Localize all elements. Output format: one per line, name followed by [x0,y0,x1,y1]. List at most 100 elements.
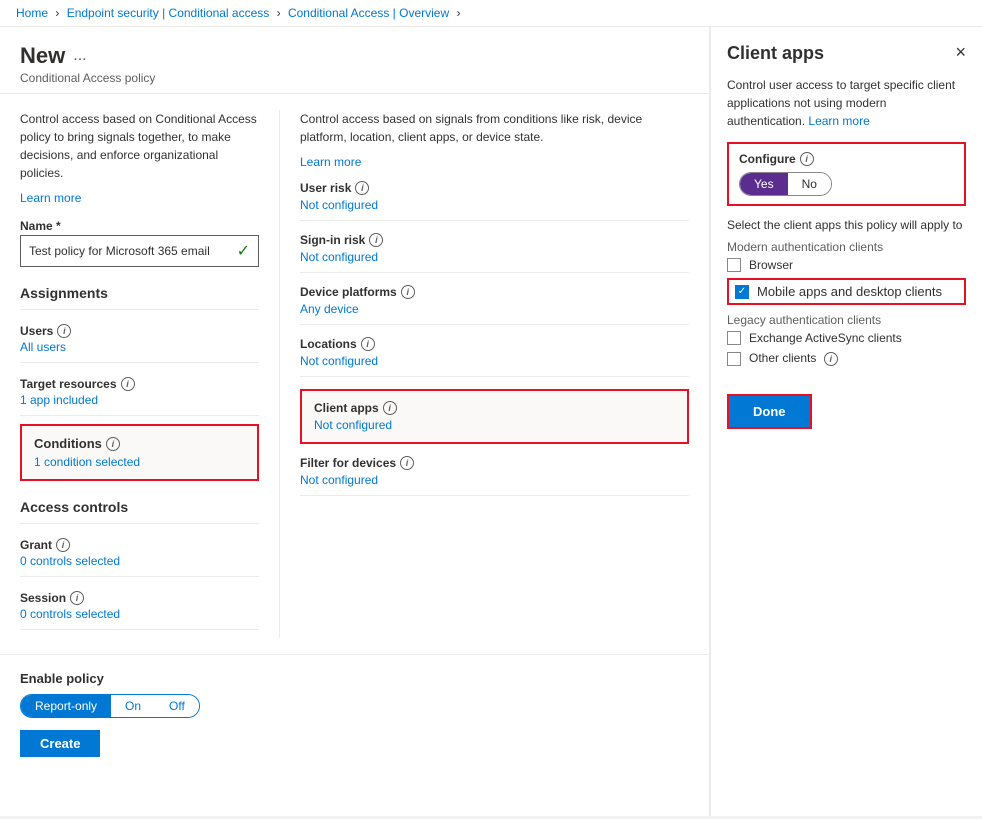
exchange-label: Exchange ActiveSync clients [749,331,902,345]
configure-section: Configure i Yes No [727,142,966,206]
page-ellipsis: ... [73,47,86,65]
breadcrumb-home[interactable]: Home [16,6,48,20]
conditions-value: 1 condition selected [34,455,245,469]
assignments-title: Assignments [20,285,259,301]
two-col-layout: Control access based on Conditional Acce… [0,94,709,654]
user-risk-label: User risk i [300,181,689,195]
filter-devices-info: i [400,456,414,470]
no-option[interactable]: No [788,173,831,195]
locations-info: i [361,337,375,351]
right-desc: Control access based on signals from con… [300,110,689,146]
panel-learn-more[interactable]: Learn more [808,114,869,128]
panel-header: Client apps × [727,43,966,64]
device-platforms-row: Device platforms i Any device [300,285,689,325]
close-button[interactable]: × [955,43,966,61]
report-only-option[interactable]: Report-only [21,695,111,717]
off-option[interactable]: Off [155,695,199,717]
panel-title: Client apps [727,43,824,64]
other-clients-info-icon: i [824,352,838,366]
right-column: Control access based on signals from con… [280,110,709,638]
client-apps-info: i [383,401,397,415]
other-clients-label: Other clients i [749,351,838,366]
target-resources-label: Target resources i [20,377,259,391]
filter-devices-value[interactable]: Not configured [300,473,378,487]
left-panel: New ... Conditional Access policy Contro… [0,27,710,816]
bottom-bar: Enable policy Report-only On Off Create [0,654,709,773]
breadcrumb-sep2: › [277,6,284,20]
left-desc: Control access based on Conditional Acce… [20,110,259,182]
yes-option[interactable]: Yes [740,173,788,195]
yes-no-toggle[interactable]: Yes No [739,172,832,196]
enable-policy-toggle[interactable]: Report-only On Off [20,694,200,718]
page-subtitle: Conditional Access policy [20,71,689,85]
exchange-row: Exchange ActiveSync clients [727,331,966,345]
left-column: Control access based on Conditional Acce… [0,110,280,638]
breadcrumb: Home › Endpoint security | Conditional a… [0,0,982,27]
users-info-icon: i [57,324,71,338]
locations-value[interactable]: Not configured [300,354,378,368]
on-option[interactable]: On [111,695,155,717]
filter-devices-row: Filter for devices i Not configured [300,456,689,496]
user-risk-value[interactable]: Not configured [300,198,378,212]
check-icon: ✓ [237,241,250,261]
mobile-apps-label: Mobile apps and desktop clients [757,284,942,299]
right-learn-more[interactable]: Learn more [300,155,361,169]
target-resources-info-icon: i [121,377,135,391]
sign-in-risk-label: Sign-in risk i [300,233,689,247]
exchange-checkbox[interactable] [727,331,741,345]
mobile-apps-checkbox[interactable] [735,285,749,299]
done-section: Done [727,394,812,429]
configure-label: Configure i [739,152,954,166]
panel-bottom: Done [727,386,966,429]
breadcrumb-endpoint[interactable]: Endpoint security | Conditional access [67,6,270,20]
browser-label: Browser [749,258,793,272]
mobile-apps-row: Mobile apps and desktop clients [727,278,966,305]
select-label: Select the client apps this policy will … [727,218,966,232]
legacy-auth-label: Legacy authentication clients [727,313,966,327]
session-value[interactable]: 0 controls selected [20,607,259,621]
client-apps-box[interactable]: Client apps i Not configured [300,389,689,444]
conditions-info-icon: i [106,437,120,451]
page-title: New [20,43,65,69]
client-apps-label: Client apps i [314,401,675,415]
sign-in-risk-info: i [369,233,383,247]
enable-policy-label: Enable policy [20,671,689,686]
left-learn-more[interactable]: Learn more [20,191,81,205]
sign-in-risk-row: Sign-in risk i Not configured [300,233,689,273]
configure-info-icon: i [800,152,814,166]
browser-row: Browser [727,258,966,272]
conditions-box[interactable]: Conditions i 1 condition selected [20,424,259,481]
users-label: Users i [20,324,259,338]
target-resources-value[interactable]: 1 app included [20,393,259,407]
access-controls-title: Access controls [20,499,259,515]
other-clients-row: Other clients i [727,351,966,366]
name-input[interactable]: Test policy for Microsoft 365 email ✓ [20,235,259,267]
session-info-icon: i [70,591,84,605]
device-platforms-info: i [401,285,415,299]
device-platforms-label: Device platforms i [300,285,689,299]
user-risk-info: i [355,181,369,195]
panel-desc: Control user access to target specific c… [727,76,966,130]
client-apps-panel: Client apps × Control user access to tar… [710,27,982,816]
grant-info-icon: i [56,538,70,552]
browser-checkbox[interactable] [727,258,741,272]
page-header: New ... Conditional Access policy [0,27,709,94]
grant-value[interactable]: 0 controls selected [20,554,259,568]
client-apps-value[interactable]: Not configured [314,418,392,432]
locations-label: Locations i [300,337,689,351]
grant-label: Grant i [20,538,259,552]
users-value[interactable]: All users [20,340,259,354]
breadcrumb-overview[interactable]: Conditional Access | Overview [288,6,449,20]
done-button[interactable]: Done [729,396,810,427]
user-risk-row: User risk i Not configured [300,181,689,221]
sign-in-risk-value[interactable]: Not configured [300,250,378,264]
session-label: Session i [20,591,259,605]
conditions-title: Conditions i [34,436,245,451]
create-button[interactable]: Create [20,730,100,757]
device-platforms-value[interactable]: Any device [300,302,359,316]
breadcrumb-sep1: › [55,6,62,20]
name-label: Name * [20,219,259,233]
locations-row: Locations i Not configured [300,337,689,377]
other-clients-checkbox[interactable] [727,352,741,366]
modern-auth-label: Modern authentication clients [727,240,966,254]
